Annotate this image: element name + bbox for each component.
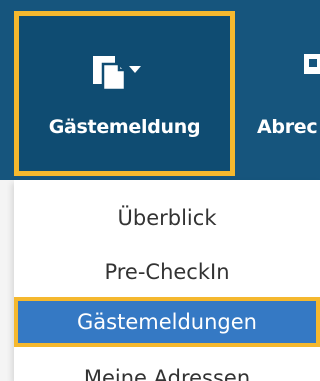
nav-item-abrechnung[interactable]: Abrec bbox=[240, 0, 320, 180]
document-icon bbox=[93, 56, 141, 92]
top-navbar: Gästemeldung Abrec bbox=[0, 0, 320, 180]
menu-item-gaestemeldungen[interactable]: Gästemeldungen bbox=[14, 297, 320, 347]
dropdown-menu: Überblick Pre-CheckIn Gästemeldungen Mei… bbox=[14, 180, 320, 381]
app-stage: Gästemeldung Abrec Überblick Pre-CheckIn… bbox=[0, 0, 320, 381]
page-background-strip bbox=[0, 180, 14, 381]
nav-item-gaestemeldung[interactable]: Gästemeldung bbox=[14, 11, 235, 176]
nav-item-label: Abrec bbox=[257, 116, 318, 138]
menu-item-pre-checkin[interactable]: Pre-CheckIn bbox=[14, 250, 320, 294]
invoice-icon bbox=[304, 54, 320, 74]
menu-item-meine-adressen[interactable]: Meine Adressen bbox=[14, 356, 320, 381]
nav-item-label: Gästemeldung bbox=[48, 116, 201, 138]
menu-item-ueberblick[interactable]: Überblick bbox=[14, 196, 320, 240]
